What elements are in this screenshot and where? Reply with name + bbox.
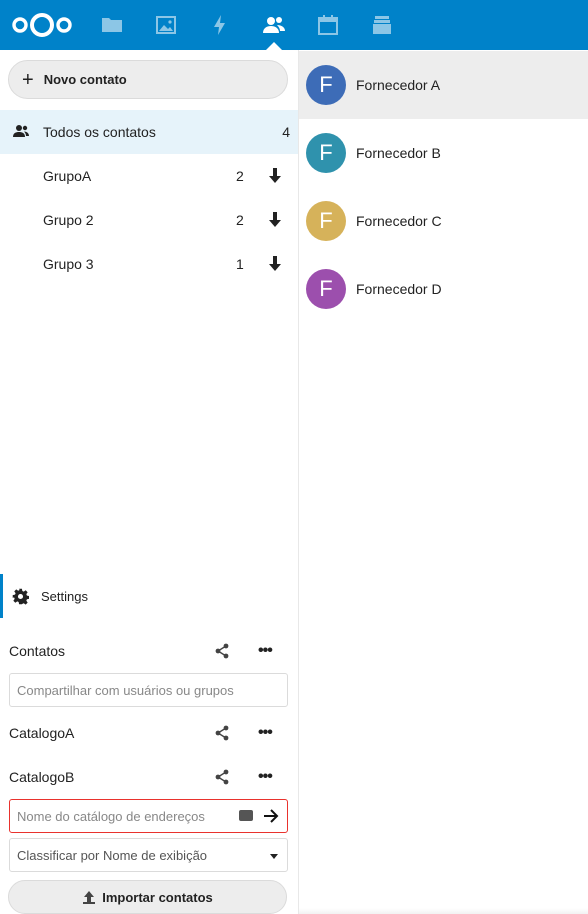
addressbook-name: Contatos [9,643,66,659]
more-options-icon[interactable]: ••• [258,724,273,742]
share-input[interactable]: Compartilhar com usuários ou grupos [9,673,288,707]
contact-name: Fornecedor B [356,145,441,161]
contacts-icon [13,125,29,137]
sidebar-item-group[interactable]: Grupo 2 2 [0,198,298,242]
list-bottom-edge [299,908,588,914]
import-contacts-button[interactable]: Importar contatos [8,880,287,914]
contacts-icon[interactable] [262,13,286,37]
upload-icon [83,891,96,904]
files-icon[interactable] [100,13,124,37]
contact-item[interactable]: F Fornecedor C [299,187,588,255]
group-count: 2 [236,212,244,228]
sort-selected-value: Classificar por Nome de exibição [17,847,208,863]
nextcloud-logo[interactable] [11,12,73,38]
photos-icon[interactable] [154,13,178,37]
share-icon[interactable] [214,769,230,785]
download-icon[interactable] [267,211,283,229]
settings-active-bar [0,574,3,618]
download-icon[interactable] [267,167,283,185]
import-label: Importar contatos [102,889,213,905]
addressbook-name: CatalogoA [9,725,75,741]
active-app-indicator [266,42,282,50]
more-options-icon[interactable]: ••• [258,768,273,786]
avatar: F [306,65,346,105]
group-label: GrupoA [43,168,92,184]
addressbook-item: CatalogoB ••• [9,762,289,792]
gear-icon [12,588,29,605]
contacts-count: 4 [282,124,290,140]
new-contact-button[interactable]: + Novo contato [8,60,288,99]
keyboard-icon [239,810,253,821]
addressbook-item: CatalogoA ••• [9,718,289,748]
contact-item[interactable]: F Fornecedor D [299,255,588,323]
plus-icon: + [22,68,34,91]
sidebar-item-label: Todos os contatos [43,124,156,140]
contact-item[interactable]: F Fornecedor B [299,119,588,187]
share-placeholder: Compartilhar com usuários ou grupos [17,682,234,698]
sidebar-item-all-contacts[interactable]: Todos os contatos 4 [0,110,298,154]
top-header [0,0,588,50]
group-label: Grupo 2 [43,212,94,228]
sidebar-item-group[interactable]: Grupo 3 1 [0,242,298,286]
addressbook-name: CatalogoB [9,769,75,785]
new-addressbook-input[interactable]: Nome do catálogo de endereços [9,799,288,833]
deck-icon[interactable] [370,13,394,37]
more-options-icon[interactable]: ••• [258,642,273,660]
settings-toggle[interactable]: Settings [0,574,298,618]
arrow-right-icon[interactable] [262,807,280,825]
sidebar-item-group[interactable]: GrupoA 2 [0,154,298,198]
new-addressbook-placeholder: Nome do catálogo de endereços [17,808,205,824]
share-icon[interactable] [214,725,230,741]
sort-select[interactable]: Classificar por Nome de exibição [9,838,288,872]
share-icon[interactable] [214,643,230,659]
contacts-list: F Fornecedor A F Fornecedor B F Forneced… [299,50,588,914]
chevron-down-icon [270,854,278,859]
download-icon[interactable] [267,255,283,273]
group-count: 2 [236,168,244,184]
new-contact-label: Novo contato [43,72,127,87]
contact-name: Fornecedor A [356,77,441,93]
settings-label: Settings [41,588,88,604]
avatar: F [306,133,346,173]
activity-icon[interactable] [208,13,232,37]
group-count: 1 [236,256,244,272]
contact-item[interactable]: F Fornecedor A [299,51,588,119]
avatar: F [306,269,346,309]
group-label: Grupo 3 [43,256,94,272]
avatar: F [306,201,346,241]
contact-name: Fornecedor C [356,213,442,229]
contact-name: Fornecedor D [356,281,442,297]
addressbook-item: Contatos ••• [9,636,289,666]
calendar-icon[interactable] [316,13,340,37]
